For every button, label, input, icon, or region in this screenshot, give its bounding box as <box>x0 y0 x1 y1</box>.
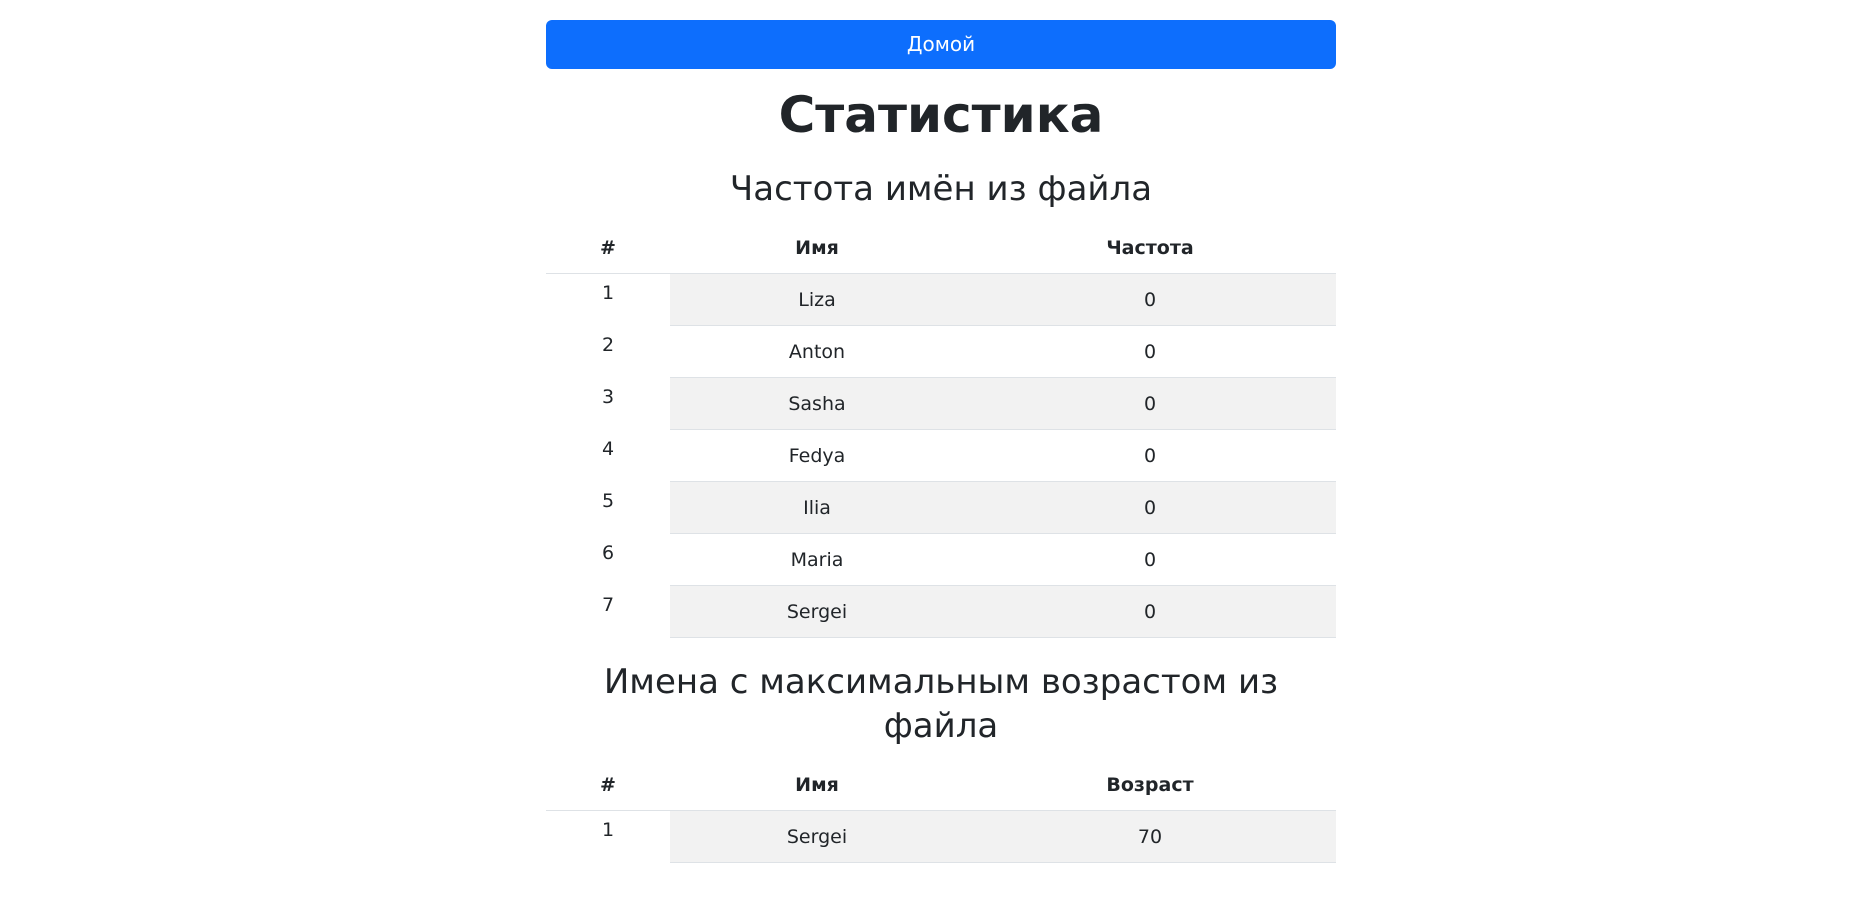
row-frequency: 0 <box>964 533 1336 586</box>
row-frequency: 0 <box>964 377 1336 430</box>
row-name: Sergei <box>670 810 964 863</box>
row-index: 1 <box>546 810 670 863</box>
row-frequency: 0 <box>964 273 1336 326</box>
row-name: Maria <box>670 533 964 586</box>
max-age-table: # Имя Возраст 1 Sergei 70 <box>546 760 1336 863</box>
row-name: Ilia <box>670 481 964 534</box>
table-row: 4 Fedya 0 <box>546 429 1336 482</box>
column-header-index: # <box>546 760 670 811</box>
row-frequency: 0 <box>964 325 1336 378</box>
page-title: Статистика <box>778 86 1104 144</box>
row-frequency: 0 <box>964 481 1336 534</box>
row-index: 2 <box>546 325 670 378</box>
frequency-section-title: Частота имён из файла <box>729 169 1153 209</box>
table-row: 7 Sergei 0 <box>546 585 1336 638</box>
table-header-row: # Имя Частота <box>546 223 1336 274</box>
row-index: 6 <box>546 533 670 586</box>
table-row: 5 Ilia 0 <box>546 481 1336 534</box>
home-button[interactable]: Домой <box>546 20 1336 69</box>
row-name: Fedya <box>670 429 964 482</box>
row-index: 7 <box>546 585 670 638</box>
row-index: 3 <box>546 377 670 430</box>
row-index: 4 <box>546 429 670 482</box>
table-row: 1 Sergei 70 <box>546 810 1336 863</box>
column-header-frequency: Частота <box>964 223 1336 274</box>
table-row: 2 Anton 0 <box>546 325 1336 378</box>
table-row: 1 Liza 0 <box>546 273 1336 326</box>
row-index: 1 <box>546 273 670 326</box>
row-name: Liza <box>670 273 964 326</box>
table-header-row: # Имя Возраст <box>546 760 1336 811</box>
row-name: Anton <box>670 325 964 378</box>
column-header-age: Возраст <box>964 760 1336 811</box>
row-index: 5 <box>546 481 670 534</box>
column-header-name: Имя <box>670 760 964 811</box>
row-name: Sergei <box>670 585 964 638</box>
column-header-name: Имя <box>670 223 964 274</box>
max-age-section-title: Имена с максимальным возрастом из файла <box>603 662 1279 746</box>
column-header-index: # <box>546 223 670 274</box>
row-name: Sasha <box>670 377 964 430</box>
row-age: 70 <box>964 810 1336 863</box>
main-container: Домой Статистика Частота имён из файла #… <box>546 20 1336 863</box>
frequency-table: # Имя Частота 1 Liza 0 2 Anton 0 3 Sasha… <box>546 223 1336 638</box>
table-row: 3 Sasha 0 <box>546 377 1336 430</box>
row-frequency: 0 <box>964 585 1336 638</box>
table-row: 6 Maria 0 <box>546 533 1336 586</box>
row-frequency: 0 <box>964 429 1336 482</box>
